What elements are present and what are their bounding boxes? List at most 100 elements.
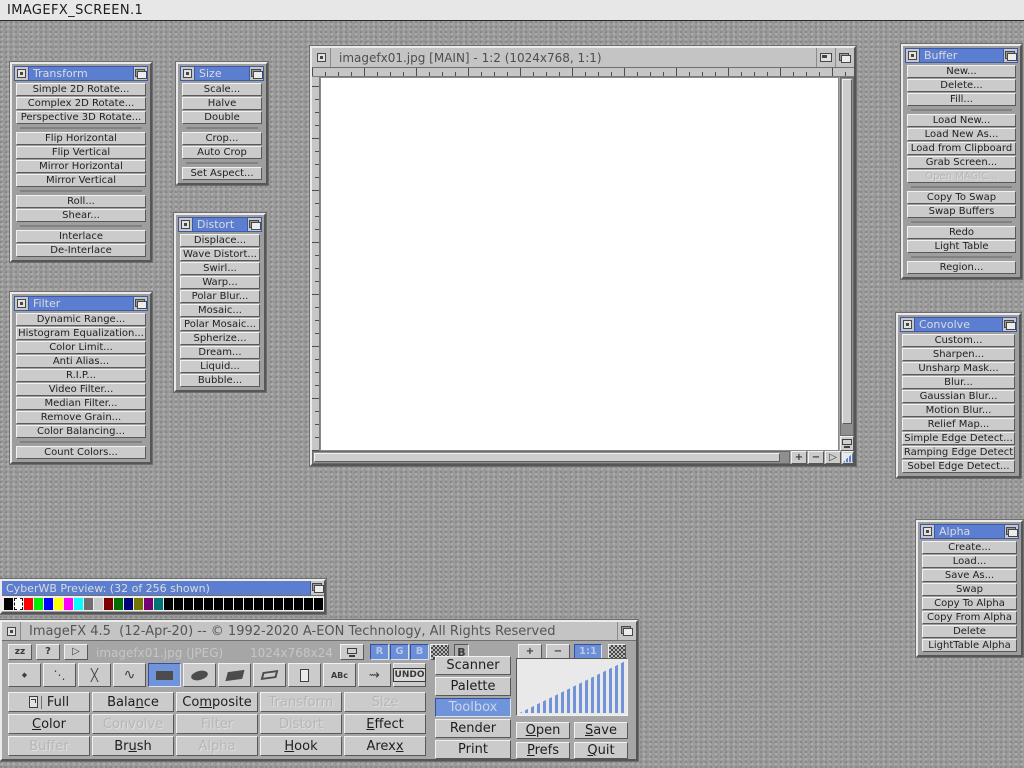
side-print-button[interactable]: Print — [435, 740, 511, 759]
convolve-unsharp-mask-button[interactable]: Unsharp Mask... — [902, 362, 1015, 375]
palette-swatch[interactable] — [44, 598, 53, 610]
filter-histogram-equalization-button[interactable]: Histogram Equalization... — [16, 327, 146, 340]
palette-swatch[interactable] — [184, 598, 193, 610]
buffer-redo-button[interactable]: Redo — [907, 226, 1016, 239]
palette-swatch[interactable] — [234, 598, 243, 610]
brush-tool[interactable] — [288, 663, 321, 687]
palette-swatch[interactable] — [104, 598, 113, 610]
green-channel-button[interactable]: G — [390, 644, 409, 660]
palette-swatch[interactable] — [4, 598, 13, 610]
action-open-button[interactable]: Open — [516, 722, 570, 739]
palette-swatch[interactable] — [134, 598, 143, 610]
image-canvas[interactable] — [320, 77, 839, 451]
alpha-copy-to-alpha-button[interactable]: Copy To Alpha — [922, 597, 1017, 610]
mode-color-button[interactable]: Color — [8, 714, 90, 734]
palette-swatch[interactable] — [154, 598, 163, 610]
transform-flip-horizontal-button[interactable]: Flip Horizontal — [16, 132, 146, 145]
palette-swatch[interactable] — [224, 598, 233, 610]
palette-swatch[interactable] — [254, 598, 263, 610]
distort-displace-button[interactable]: Displace... — [180, 234, 260, 247]
palette-swatch[interactable] — [114, 598, 123, 610]
distort-swirl-button[interactable]: Swirl... — [180, 262, 260, 275]
filter-color-balancing-button[interactable]: Color Balancing... — [16, 425, 146, 438]
buffer-light-table-button[interactable]: Light Table — [907, 240, 1016, 253]
curve-tool[interactable]: ∿ — [113, 663, 146, 687]
filter-video-filter-button[interactable]: Video Filter... — [16, 383, 146, 396]
red-channel-button[interactable]: R — [370, 644, 389, 660]
filter-count-colors-button[interactable]: Count Colors... — [16, 446, 146, 459]
help-button[interactable]: ? — [36, 644, 60, 660]
distort-warp-button[interactable]: Warp... — [180, 276, 260, 289]
screen-mode-gadget[interactable] — [840, 436, 854, 451]
mode-arexx-button[interactable]: Arexx — [344, 736, 426, 756]
mode-hook-button[interactable]: Hook — [260, 736, 342, 756]
alpha-delete-button[interactable]: Delete — [922, 625, 1017, 638]
zoom-out-button[interactable]: − — [808, 451, 824, 464]
depth-gadget[interactable] — [1002, 318, 1016, 331]
close-gadget[interactable] — [15, 67, 29, 80]
filter-color-limit-button[interactable]: Color Limit... — [16, 341, 146, 354]
size-auto-crop-button[interactable]: Auto Crop — [182, 146, 262, 159]
palette-swatch[interactable] — [284, 598, 293, 610]
undo-button[interactable]: UNDO — [393, 663, 426, 687]
airbrush-tool[interactable]: ⋱ — [43, 663, 76, 687]
palette-swatch[interactable] — [14, 598, 23, 610]
distort-wave-distort-button[interactable]: Wave Distort... — [180, 248, 260, 261]
transform-shear-button[interactable]: Shear... — [16, 209, 146, 222]
size-halve-button[interactable]: Halve — [182, 97, 262, 110]
palette-swatch[interactable] — [294, 598, 303, 610]
palette-swatch[interactable] — [304, 598, 313, 610]
palette-swatch[interactable] — [144, 598, 153, 610]
convolve-sharpen-button[interactable]: Sharpen... — [902, 348, 1015, 361]
palette-swatch[interactable] — [164, 598, 173, 610]
alpha-save-as-button[interactable]: Save As... — [922, 569, 1017, 582]
transform-interlace-button[interactable]: Interlace — [16, 230, 146, 243]
palette-swatch[interactable] — [264, 598, 273, 610]
size-scale-button[interactable]: Scale... — [182, 83, 262, 96]
alpha-create-button[interactable]: Create... — [922, 541, 1017, 554]
side-palette-button[interactable]: Palette — [435, 677, 511, 696]
buffer-delete-button[interactable]: Delete... — [907, 79, 1016, 92]
action-prefs-button[interactable]: Prefs — [516, 742, 570, 759]
distort-bubble-button[interactable]: Bubble... — [180, 374, 260, 387]
freehand-tool[interactable] — [253, 663, 286, 687]
convolve-motion-blur-button[interactable]: Motion Blur... — [902, 404, 1015, 417]
buffer-load-from-clipboard-button[interactable]: Load from Clipboard — [907, 142, 1016, 155]
side-scanner-button[interactable]: Scanner — [435, 656, 511, 675]
text-tool[interactable]: ABc — [323, 663, 356, 687]
distort-liquid-button[interactable]: Liquid... — [180, 360, 260, 373]
action-quit-button[interactable]: Quit — [574, 742, 628, 759]
point-tool[interactable]: ◆ — [8, 663, 41, 687]
depth-gadget[interactable] — [1004, 525, 1018, 538]
palette-swatch[interactable] — [274, 598, 283, 610]
filter-median-filter-button[interactable]: Median Filter... — [16, 397, 146, 410]
distort-spherize-button[interactable]: Spherize... — [180, 332, 260, 345]
filter-anti-alias-button[interactable]: Anti Alias... — [16, 355, 146, 368]
palette-swatch[interactable] — [84, 598, 93, 610]
mode-effect-button[interactable]: Effect — [344, 714, 426, 734]
convolve-custom-button[interactable]: Custom... — [902, 334, 1015, 347]
convolve-sobel-edge-detect-button[interactable]: Sobel Edge Detect... — [902, 460, 1015, 473]
transform-perspective-3d-rotate-button[interactable]: Perspective 3D Rotate... — [16, 111, 146, 124]
mode-full-button[interactable]: Full — [8, 692, 90, 712]
zoom-in-button[interactable]: + — [791, 451, 807, 464]
filter-remove-grain-button[interactable]: Remove Grain... — [16, 411, 146, 424]
buffer-copy-to-swap-button[interactable]: Copy To Swap — [907, 191, 1016, 204]
palette-swatch[interactable] — [34, 598, 43, 610]
close-gadget[interactable] — [15, 297, 29, 310]
mode-composite-button[interactable]: Composite — [176, 692, 258, 712]
h-scrollbar-thumb[interactable] — [314, 453, 780, 462]
distort-mosaic-button[interactable]: Mosaic... — [180, 304, 260, 317]
side-toolbox-button[interactable]: Toolbox — [435, 698, 511, 717]
close-gadget[interactable] — [921, 525, 935, 538]
buffer-new-button[interactable]: New... — [907, 65, 1016, 78]
mode-balance-button[interactable]: Balance — [92, 692, 174, 712]
buffer-grab-screen-button[interactable]: Grab Screen... — [907, 156, 1016, 169]
polygon-tool[interactable] — [218, 663, 251, 687]
depth-gadget[interactable] — [133, 67, 147, 80]
palette-swatch[interactable] — [64, 598, 73, 610]
v-scrollbar[interactable] — [840, 77, 854, 436]
smear-tool[interactable]: ⇝ — [358, 663, 391, 687]
transform-de-interlace-button[interactable]: De-Interlace — [16, 244, 146, 257]
transform-mirror-horizontal-button[interactable]: Mirror Horizontal — [16, 160, 146, 173]
